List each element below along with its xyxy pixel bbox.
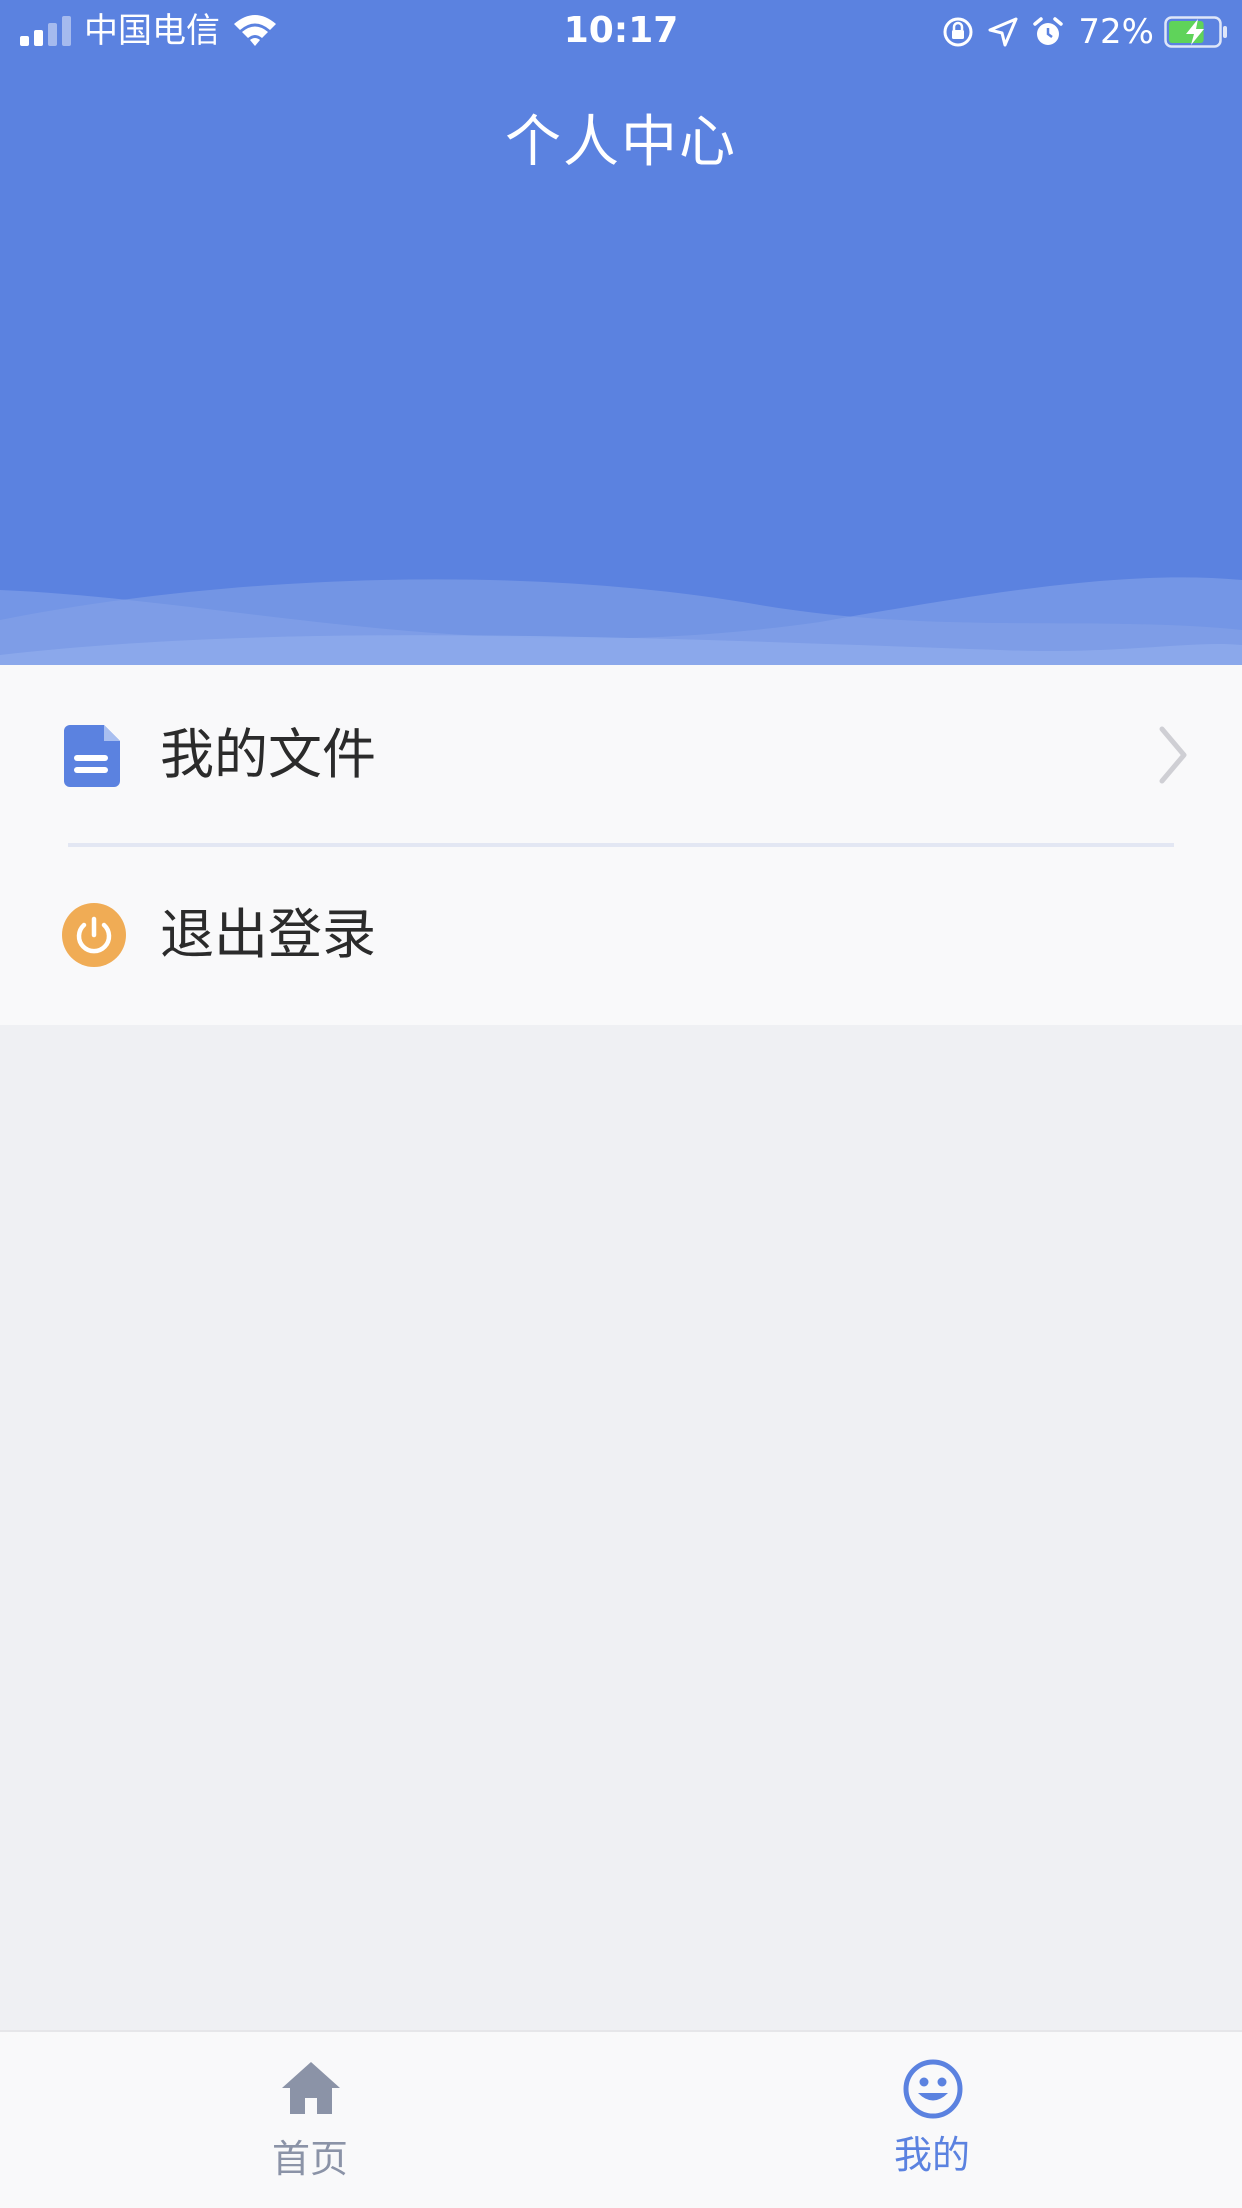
menu-item-my-files[interactable]: 我的文件 <box>0 665 1242 847</box>
status-bar: 中国电信 10:17 72% <box>0 0 1242 64</box>
profile-menu: 我的文件 退出登录 <box>0 665 1242 1025</box>
location-arrow-icon <box>988 17 1018 47</box>
header-wave-decoration <box>0 577 1242 665</box>
home-icon <box>282 2062 340 2114</box>
profile-header: 中国电信 10:17 72% 个人中心 <box>0 0 1242 665</box>
status-right-group: 72% <box>928 10 1228 54</box>
menu-item-label: 退出登录 <box>160 903 376 966</box>
tab-home[interactable]: 首页 <box>160 2032 460 2208</box>
power-icon <box>62 903 126 967</box>
tab-label: 我的 <box>893 2133 970 2177</box>
bottom-tab-bar: 首页 我的 <box>0 2030 1242 2208</box>
tab-mine[interactable]: 我的 <box>782 2032 1082 2208</box>
smiley-icon <box>903 2059 963 2119</box>
page-title: 个人中心 <box>505 110 737 175</box>
menu-item-label: 我的文件 <box>160 723 376 786</box>
rotation-lock-icon <box>943 17 973 47</box>
document-icon <box>64 725 120 787</box>
alarm-clock-icon <box>1033 17 1064 45</box>
battery-percentage: 72% <box>1078 12 1154 52</box>
chevron-right-icon <box>1159 726 1187 784</box>
menu-item-logout[interactable]: 退出登录 <box>0 845 1242 1025</box>
battery-charging-icon <box>1164 16 1227 48</box>
tab-label: 首页 <box>271 2137 348 2181</box>
